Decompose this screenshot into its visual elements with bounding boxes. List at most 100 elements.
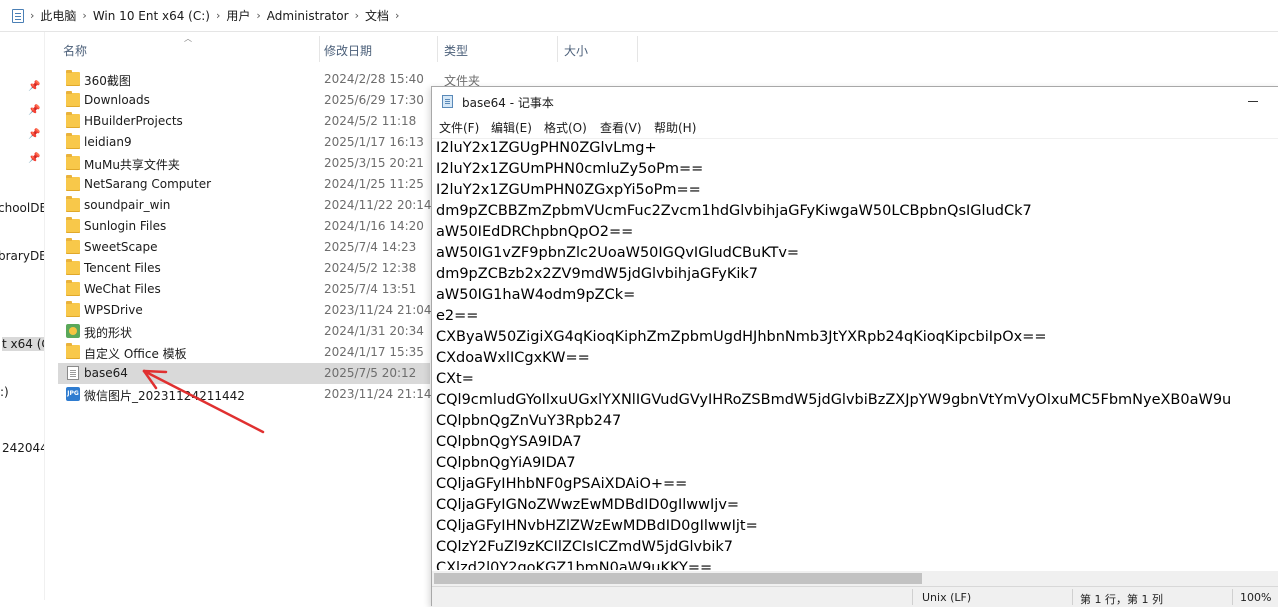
status-encoding: Unix (LF) [922,591,972,604]
text-line: CQlpbnQgZnVuY3Rpb247 [436,413,622,429]
chevron-right-icon: › [354,9,359,22]
menu-file[interactable]: 文件(F) [439,119,479,136]
file-modified-date: 2025/7/4 13:51 [324,282,417,296]
text-line: CQlzY2FuZl9zKCIlZCIsICZmdW5jdGlvbik7 [436,539,733,555]
file-name: soundpair_win [84,198,171,212]
file-modified-date: 2024/5/2 12:38 [324,261,417,275]
file-name: SweetScape [84,240,158,254]
file-modified-date: 2025/6/29 17:30 [324,93,424,107]
horizontal-scrollbar[interactable] [432,571,1278,586]
menu-format[interactable]: 格式(O) [544,119,587,136]
column-name[interactable]: 名称 [63,42,87,59]
text-line: CXlzd2l0Y2goKGZ1bmN0aW9uKKY== [436,560,713,570]
folder-icon [66,70,80,86]
text-line: aW50IG1haW4odm9pZCk= [436,287,636,303]
pin-icon: 📌 [28,105,41,116]
column-divider [637,36,638,62]
file-row[interactable]: 我的形状 2024/1/31 20:34 [58,321,428,342]
file-row[interactable]: Tencent Files 2024/5/2 12:38 [58,258,428,279]
file-modified-date: 2024/11/22 20:14 [324,198,432,212]
nav-item-fragment[interactable]: choolDE [0,201,44,215]
file-row[interactable]: Sunlogin Files 2024/1/16 14:20 [58,216,428,237]
folder-icon [66,112,80,128]
folder-icon [66,196,80,212]
minimize-icon[interactable] [1248,101,1258,102]
annotation-arrow [142,369,265,434]
column-modified[interactable]: 修改日期 [324,42,372,59]
text-line: CQlpbnQgYSA9IDA7 [436,434,582,450]
menu-view[interactable]: 查看(V) [600,119,642,136]
status-position: 第 1 行，第 1 列 [1080,593,1163,606]
folder-icon [66,133,80,149]
breadcrumb-documents[interactable]: 文档 [365,7,389,24]
documents-icon [12,8,24,23]
nav-item-fragment[interactable]: 242044 [2,441,44,455]
column-header: ︿ 名称 修改日期 类型 大小 [44,34,1278,62]
window-title: base64 - 记事本 [462,96,554,110]
text-line: CXt= [436,371,474,387]
chevron-right-icon: › [30,9,35,22]
text-file-icon [67,366,79,380]
notepad-window[interactable]: base64 - 记事本 文件(F) 编辑(E) 格式(O) 查看(V) 帮助(… [431,86,1278,607]
breadcrumb-drive[interactable]: Win 10 Ent x64 (C:) [93,9,210,23]
breadcrumb-users[interactable]: 用户 [226,7,250,24]
file-modified-date: 2025/1/17 16:13 [324,135,424,149]
folder-icon [66,280,80,296]
file-row[interactable]: leidian9 2025/1/17 16:13 [58,132,428,153]
address-bar[interactable]: › 此电脑 › Win 10 Ent x64 (C:) › 用户 › Admin… [0,0,1278,32]
file-modified-date: 2025/3/15 20:21 [324,156,424,170]
text-line: I2luY2x1ZGUmPHN0cmluZy5oPm== [436,161,704,177]
file-row[interactable]: MuMu共享文件夹 2025/3/15 20:21 [58,153,428,174]
chevron-right-icon: › [82,9,87,22]
file-name: WPSDrive [84,303,143,317]
menu-edit[interactable]: 编辑(E) [491,119,532,136]
file-name: Tencent Files [84,261,161,275]
file-modified-date: 2024/5/2 11:18 [324,114,417,128]
text-line: CQlpbnQgYiA9IDA7 [436,455,576,471]
file-row[interactable]: SweetScape 2025/7/4 14:23 [58,237,428,258]
file-row[interactable]: Downloads 2025/6/29 17:30 [58,90,428,111]
column-size[interactable]: 大小 [564,42,588,59]
text-line: aW50IG1vZF9pbnZlc2UoaW50IGQvIGludCBuKTv= [436,245,800,261]
menu-help[interactable]: 帮助(H) [654,119,696,136]
file-name: Downloads [84,93,150,107]
nav-item-fragment[interactable]: braryDE [0,249,44,263]
file-modified-date: 2023/11/24 21:14 [324,387,432,401]
file-name: NetSarang Computer [84,177,212,191]
file-row[interactable]: NetSarang Computer 2024/1/25 11:25 [58,174,428,195]
text-editor[interactable]: I2luY2x1ZGUgPHN0ZGlvLmg+ I2luY2x1ZGUmPHN0… [436,138,1276,570]
text-line: e2== [436,308,479,324]
file-name: HBuilderProjects [84,114,183,128]
file-row[interactable]: WPSDrive 2023/11/24 21:04 [58,300,432,321]
folder-icon [66,301,80,317]
sort-up-icon: ︿ [184,34,192,43]
column-type[interactable]: 类型 [444,42,468,59]
breadcrumb-this-pc[interactable]: 此电脑 [40,7,76,24]
file-name: 我的形状 [84,326,133,340]
file-name: leidian9 [84,135,132,149]
folder-icon [66,259,80,275]
nav-item-fragment[interactable]: :) [0,385,9,399]
text-line: CXByaW50ZigiXG4qKioqKiphZmZpbmUgdHJhbnNm… [436,329,1047,345]
file-row[interactable]: soundpair_win 2024/11/22 20:14 [58,195,432,216]
breadcrumb-administrator[interactable]: Administrator [267,9,349,23]
file-row[interactable]: 360截图 2024/2/28 15:40 [58,69,428,90]
title-bar[interactable]: base64 - 记事本 [432,87,1278,116]
folder-icon [66,175,80,191]
text-line: CQl9cmludGYoIlxuUGxlYXNlIGVudGVyIHRoZSBm… [436,392,1232,408]
status-bar: Unix (LF) 第 1 行，第 1 列 100% [432,586,1278,607]
pin-icon: 📌 [28,129,41,140]
navigation-pane[interactable]: 📌 📌 📌 📌 choolDE braryDE t x64 (C :) 2420… [0,32,45,600]
text-line: CQljaGFyIGNoZWwzEwMDBdID0gIlwwIjv= [436,497,740,513]
nav-item-drive-selected[interactable]: t x64 (C [2,337,44,351]
file-name: 360截图 [84,74,131,88]
text-line: CQljaGFyIHNvbHZlZWzEwMDBdID0gIlwwIjt= [436,518,758,534]
scrollbar-thumb[interactable] [434,573,922,584]
file-row[interactable]: WeChat Files 2025/7/4 13:51 [58,279,428,300]
notepad-icon [442,95,453,108]
chevron-right-icon: › [395,9,400,22]
status-divider [1072,589,1073,605]
column-divider [319,36,320,62]
shapes-icon [66,324,80,338]
file-row[interactable]: HBuilderProjects 2024/5/2 11:18 [58,111,428,132]
